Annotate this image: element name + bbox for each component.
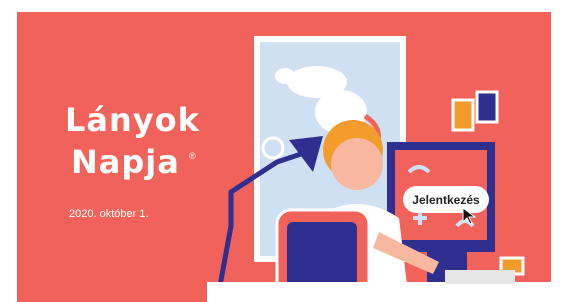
registered-mark: ®: [189, 151, 196, 161]
deco-square-navy: [475, 90, 499, 124]
mouse-cursor-icon: [462, 207, 476, 225]
logo-text-line2: Napja: [71, 143, 180, 181]
lanyok-napja-logo: Lányok Napja ®: [57, 97, 207, 207]
desk: [207, 282, 551, 302]
keyboard: [445, 270, 515, 284]
deco-square-orange: [451, 98, 475, 132]
signup-button[interactable]: Jelentkezés: [403, 186, 489, 213]
event-date: 2020. október 1.: [69, 208, 149, 220]
hero-banner: Lányok Napja ® 2020. október 1. Jelentke…: [17, 12, 551, 302]
logo-text-line1: Lányok: [65, 101, 200, 139]
